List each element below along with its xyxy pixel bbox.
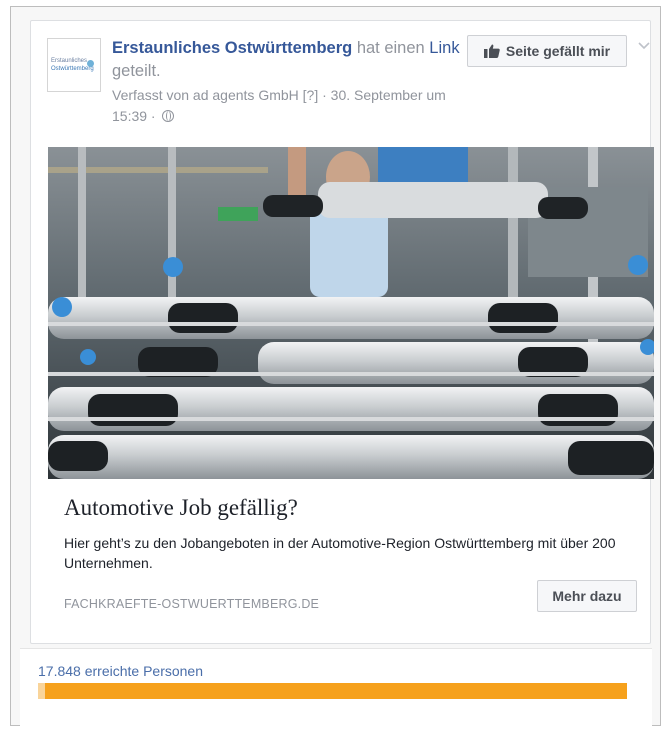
chevron-down-icon[interactable]	[637, 39, 651, 53]
reach-bar-segment	[38, 683, 45, 699]
like-page-label: Seite gefällt mir	[505, 43, 611, 59]
page-avatar[interactable]: Erstaunliches Ostwürttemberg	[47, 38, 101, 92]
shared-link-word[interactable]: Link	[429, 39, 459, 57]
link-description: Hier geht’s zu den Jobangeboten in der A…	[64, 535, 616, 571]
link-title[interactable]: Automotive Job gefällig?	[64, 493, 298, 523]
reach-bar	[38, 683, 627, 699]
link-domain: FACHKRAEFTE-OSTWUERTTEMBERG.DE	[64, 597, 320, 611]
globe-icon	[162, 110, 175, 122]
link-preview-info[interactable]: Automotive Job gefällig? Hier geht’s zu …	[48, 479, 654, 645]
post-card: Erstaunliches Ostwürttemberg Erstaunlich…	[30, 20, 654, 645]
avatar-logo-mark	[87, 60, 94, 67]
post-insights-panel: Erstaunliches Ostwürttemberg Erstaunlich…	[10, 6, 661, 729]
learn-more-button[interactable]: Mehr dazu	[537, 580, 637, 612]
post-author-line: Erstaunliches Ostwürttemberg hat einen L…	[112, 37, 472, 83]
link-preview-image[interactable]	[48, 147, 654, 479]
page-name-link[interactable]: Erstaunliches Ostwürttemberg	[112, 39, 352, 57]
action-prefix: hat einen	[352, 39, 430, 57]
thumbs-up-icon	[483, 44, 500, 58]
avatar-logo-text-2: Ostwürttemberg	[51, 65, 94, 72]
reach-count-link[interactable]: 17.848 erreichte Personen	[38, 663, 203, 679]
post-header: Erstaunliches Ostwürttemberg hat einen L…	[112, 37, 472, 127]
factory-photo-illustration	[48, 147, 654, 479]
reach-section: 17.848 erreichte Personen	[20, 648, 652, 729]
avatar-logo-text-1: Erstaunliches	[51, 57, 88, 64]
like-page-button[interactable]: Seite gefällt mir	[467, 35, 627, 67]
post-meta: Verfasst von ad agents GmbH [?] · 30. Se…	[112, 85, 472, 127]
action-suffix: geteilt.	[112, 62, 161, 80]
